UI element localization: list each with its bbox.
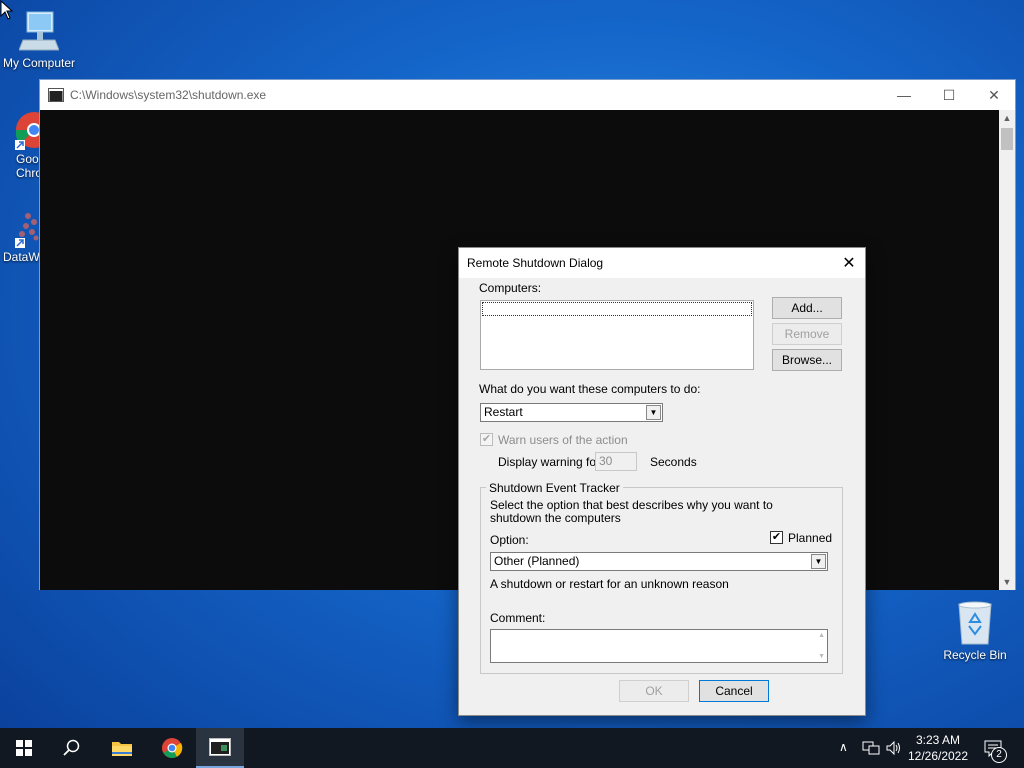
comment-label: Comment: [490,611,546,625]
chevron-down-icon[interactable]: ▼ [811,554,826,569]
console-app-icon [209,738,231,756]
reason-description: A shutdown or restart for an unknown rea… [490,577,729,591]
search-icon [63,739,80,756]
console-vertical-scrollbar[interactable]: ▲ ▼ [999,110,1015,590]
comment-scroll-down-icon: ▼ [818,653,825,660]
clock-date[interactable]: 12/26/2022 [906,749,970,763]
datawrapper-icon [15,213,39,248]
console-close-button[interactable]: ✕ [971,80,1017,110]
chrome-taskbar-button[interactable] [148,728,196,768]
warn-users-checkbox[interactable]: ✔ [480,433,493,446]
volume-icon[interactable] [886,740,902,756]
action-select[interactable]: Restart ▼ [480,403,663,422]
network-icon[interactable] [862,740,880,756]
chrome-icon [15,112,40,150]
desktop-icon-google-chrome[interactable]: Goo Chro [0,110,40,180]
computers-label: Computers: [479,281,542,295]
desktop-icon-label: DataW [3,250,40,264]
taskbar: ∧ 3:23 AM 12/26/2022 2 [0,728,1024,768]
action-label: What do you want these computers to do: [479,382,701,396]
show-hidden-icons-chevron-icon[interactable]: ∧ [839,740,848,754]
comment-textarea[interactable]: ▲ ▼ [490,629,828,663]
start-button[interactable] [0,728,48,768]
search-button[interactable] [48,728,96,768]
console-maximize-button[interactable]: ☐ [926,80,972,110]
ok-button[interactable]: OK [619,680,689,702]
desktop-icon-datawrapper[interactable]: DataW [0,208,40,264]
recycle-bin-icon [958,601,992,645]
planned-checkbox[interactable]: ✔ [770,531,783,544]
dialog-title: Remote Shutdown Dialog [467,256,604,270]
console-title: C:\Windows\system32\shutdown.exe [70,88,267,102]
desktop-icon-recycle-bin[interactable]: Recycle Bin [937,600,1013,662]
seconds-label: Seconds [650,455,697,469]
scrollbar-thumb[interactable] [1001,128,1013,150]
file-explorer-button[interactable] [98,728,146,768]
chevron-down-icon[interactable]: ▼ [646,405,661,420]
browse-computers-button[interactable]: Browse... [772,349,842,371]
cancel-button[interactable]: Cancel [699,680,769,702]
desktop-icon-my-computer[interactable]: My Computer [1,10,77,70]
notification-count-badge: 2 [991,747,1007,763]
action-select-value: Restart [484,405,523,419]
desktop-icon-label: My Computer [2,56,76,70]
dialog-titlebar[interactable]: Remote Shutdown Dialog ✕ [459,248,865,278]
shutdown-exe-taskbar-button[interactable] [196,728,244,768]
dialog-close-button[interactable]: ✕ [833,248,865,278]
option-select-value: Other (Planned) [494,554,580,568]
windows-logo-icon [16,740,32,756]
desktop-icon-label: Recycle Bin [943,648,1007,662]
scroll-down-arrow-icon[interactable]: ▼ [999,574,1015,590]
remote-shutdown-dialog[interactable]: Remote Shutdown Dialog ✕ Computers: Add.… [458,247,866,716]
console-app-icon [48,88,64,102]
comment-scroll-up-icon: ▲ [818,632,825,639]
chrome-icon [162,738,183,758]
option-select[interactable]: Other (Planned) ▼ [490,552,828,571]
computers-list-focus-row[interactable] [482,302,752,316]
remove-computer-button[interactable]: Remove [772,323,842,345]
scroll-up-arrow-icon[interactable]: ▲ [999,110,1015,126]
add-computer-button[interactable]: Add... [772,297,842,319]
clock-time[interactable]: 3:23 AM [906,733,970,747]
desktop-icon-label: Goo Chro [16,152,40,180]
planned-label: Planned [788,531,833,545]
option-label: Option: [490,533,529,547]
console-titlebar[interactable]: C:\Windows\system32\shutdown.exe [40,80,1015,110]
console-minimize-button[interactable]: — [881,80,927,110]
warn-users-label: Warn users of the action [498,433,628,447]
tracker-description: Select the option that best describes wh… [490,498,773,525]
shutdown-event-tracker-label: Shutdown Event Tracker [486,481,623,495]
folder-icon [112,742,132,756]
warning-seconds-field[interactable]: 30 [595,452,637,471]
computers-list[interactable] [480,300,754,370]
computer-icon [19,11,59,51]
display-warning-label: Display warning for [498,455,601,469]
